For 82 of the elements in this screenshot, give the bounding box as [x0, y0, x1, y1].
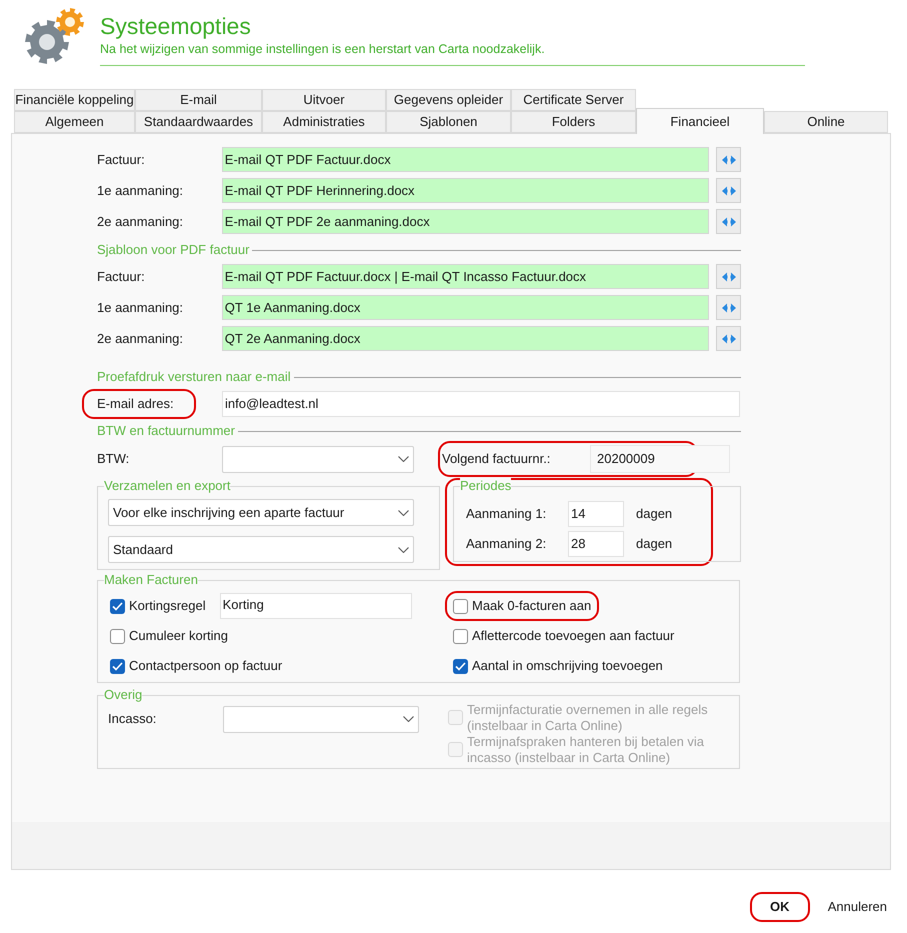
checkbox[interactable]	[110, 598, 125, 614]
tab[interactable]: Certificate Server	[511, 89, 636, 111]
field-label: 1e aanmaning:	[97, 182, 184, 200]
checkbox[interactable]	[110, 628, 125, 644]
dropdown-value: Standaard	[113, 540, 174, 559]
field-label: 1e aanmaning:	[97, 298, 184, 317]
chevron-down-icon	[403, 716, 414, 722]
chevron-down-icon	[398, 546, 409, 552]
chevron-down-icon	[398, 456, 409, 462]
tab[interactable]: Gegevens opleider	[386, 89, 511, 111]
swap-button[interactable]	[716, 147, 741, 172]
field-label: Factuur:	[97, 150, 146, 169]
template-field[interactable]: E-mail QT PDF Factuur.docx | E-mail QT Incasso Factuur.docx	[222, 264, 710, 289]
field-label: Aanmaning 1:	[466, 505, 548, 524]
arrows-icon	[720, 186, 737, 196]
field-label: 2e aanmaning:	[97, 212, 184, 231]
template-field[interactable]: E-mail QT PDF 2e aanmaning.docx	[222, 209, 710, 234]
section-heading: Sjabloon voor PDF factuur	[97, 241, 250, 260]
dialog-button[interactable]: Annuleren	[820, 892, 895, 922]
tab[interactable]: Folders	[511, 111, 636, 133]
tab[interactable]: E-mail	[135, 89, 262, 111]
days-field[interactable]: 28	[568, 531, 624, 557]
arrows-icon	[720, 334, 737, 344]
field-label: Aanmaning 2:	[466, 535, 548, 554]
arrows-icon	[720, 272, 737, 282]
checkbox[interactable]	[453, 658, 468, 674]
tab[interactable]: Online	[764, 111, 888, 133]
swap-button[interactable]	[716, 178, 741, 203]
swap-button[interactable]	[716, 326, 741, 351]
checkbox-label[interactable]: Aantal in omschrijving toevoegen	[472, 656, 663, 676]
checkbox-label[interactable]: Aflettercode toevoegen aan factuur	[472, 626, 674, 646]
swap-button[interactable]	[716, 209, 741, 234]
checkbox-label: Termijnfacturatie overnemen in alle regels (instelbaar in Carta Online)	[467, 702, 709, 734]
group-heading: Verzamelen en export	[104, 478, 230, 494]
dropdown[interactable]: Standaard	[108, 536, 414, 563]
field-label: Volgend factuurnr.:	[441, 450, 552, 468]
chevron-down-icon	[398, 510, 409, 516]
swap-button[interactable]	[716, 295, 741, 320]
invoice-number-field[interactable]: 20200009	[590, 445, 730, 473]
section-heading: Proefafdruk versturen naar e-mail	[97, 368, 292, 386]
section-heading: BTW en factuurnummer	[97, 422, 236, 440]
template-field[interactable]: QT 2e Aanmaning.docx	[222, 326, 710, 351]
tab[interactable]: Administraties	[262, 111, 386, 133]
arrows-icon	[720, 302, 737, 312]
template-field[interactable]: QT 1e Aanmaning.docx	[222, 295, 710, 320]
tab[interactable]: Uitvoer	[262, 89, 386, 111]
dialog-title: Systeemopties	[100, 12, 252, 40]
tab[interactable]: Financieel	[636, 108, 764, 134]
field-label: Incasso:	[108, 710, 158, 728]
dialog-button[interactable]: OK	[750, 892, 810, 922]
tab[interactable]: Sjablonen	[386, 111, 511, 133]
checkbox-label[interactable]: Cumuleer korting	[129, 626, 228, 646]
checkbox-label[interactable]: Maak 0-facturen aan	[472, 596, 592, 616]
tab[interactable]: Standaardwaardes	[135, 111, 262, 133]
checkbox[interactable]	[110, 658, 125, 674]
dropdown-value: Voor elke inschrijving een aparte factuur	[113, 504, 346, 522]
checkbox-label: Termijnafspraken hanteren bij betalen via incasso (instelbaar in Carta Online)	[467, 734, 706, 766]
field-label: E-mail adres:	[82, 389, 196, 419]
field-label: BTW:	[97, 450, 130, 468]
checkbox-label[interactable]: Contactpersoon op factuur	[129, 656, 282, 676]
days-field[interactable]: 14	[568, 501, 624, 527]
template-field[interactable]: E-mail QT PDF Herinnering.docx	[222, 178, 710, 203]
swap-button[interactable]	[716, 264, 741, 289]
tab[interactable]: Algemeen	[14, 111, 135, 133]
text-field[interactable]: Korting	[220, 593, 412, 619]
dropdown[interactable]: Voor elke inschrijving een aparte factuur	[108, 499, 414, 526]
arrows-icon	[720, 216, 737, 226]
arrows-icon	[720, 154, 737, 164]
template-field[interactable]: E-mail QT PDF Factuur.docx	[222, 147, 710, 172]
dropdown[interactable]	[222, 446, 414, 472]
email-field[interactable]: info@leadtest.nl	[222, 391, 740, 417]
checkbox[interactable]	[453, 598, 468, 614]
unit-label: dagen	[636, 535, 672, 554]
unit-label: dagen	[636, 505, 672, 524]
checkbox-label[interactable]: Kortingsregel	[129, 596, 206, 616]
group-heading: Overig	[104, 687, 142, 703]
field-label: Factuur:	[97, 268, 146, 286]
checkbox[interactable]	[453, 628, 468, 644]
dropdown[interactable]	[223, 706, 419, 732]
field-label: 2e aanmaning:	[97, 330, 184, 348]
subtitle: Na het wijzigen van sommige instellingen is een herstart van Carta noodzakelijk.	[100, 41, 546, 58]
tab[interactable]: Financiële koppeling	[14, 89, 135, 111]
